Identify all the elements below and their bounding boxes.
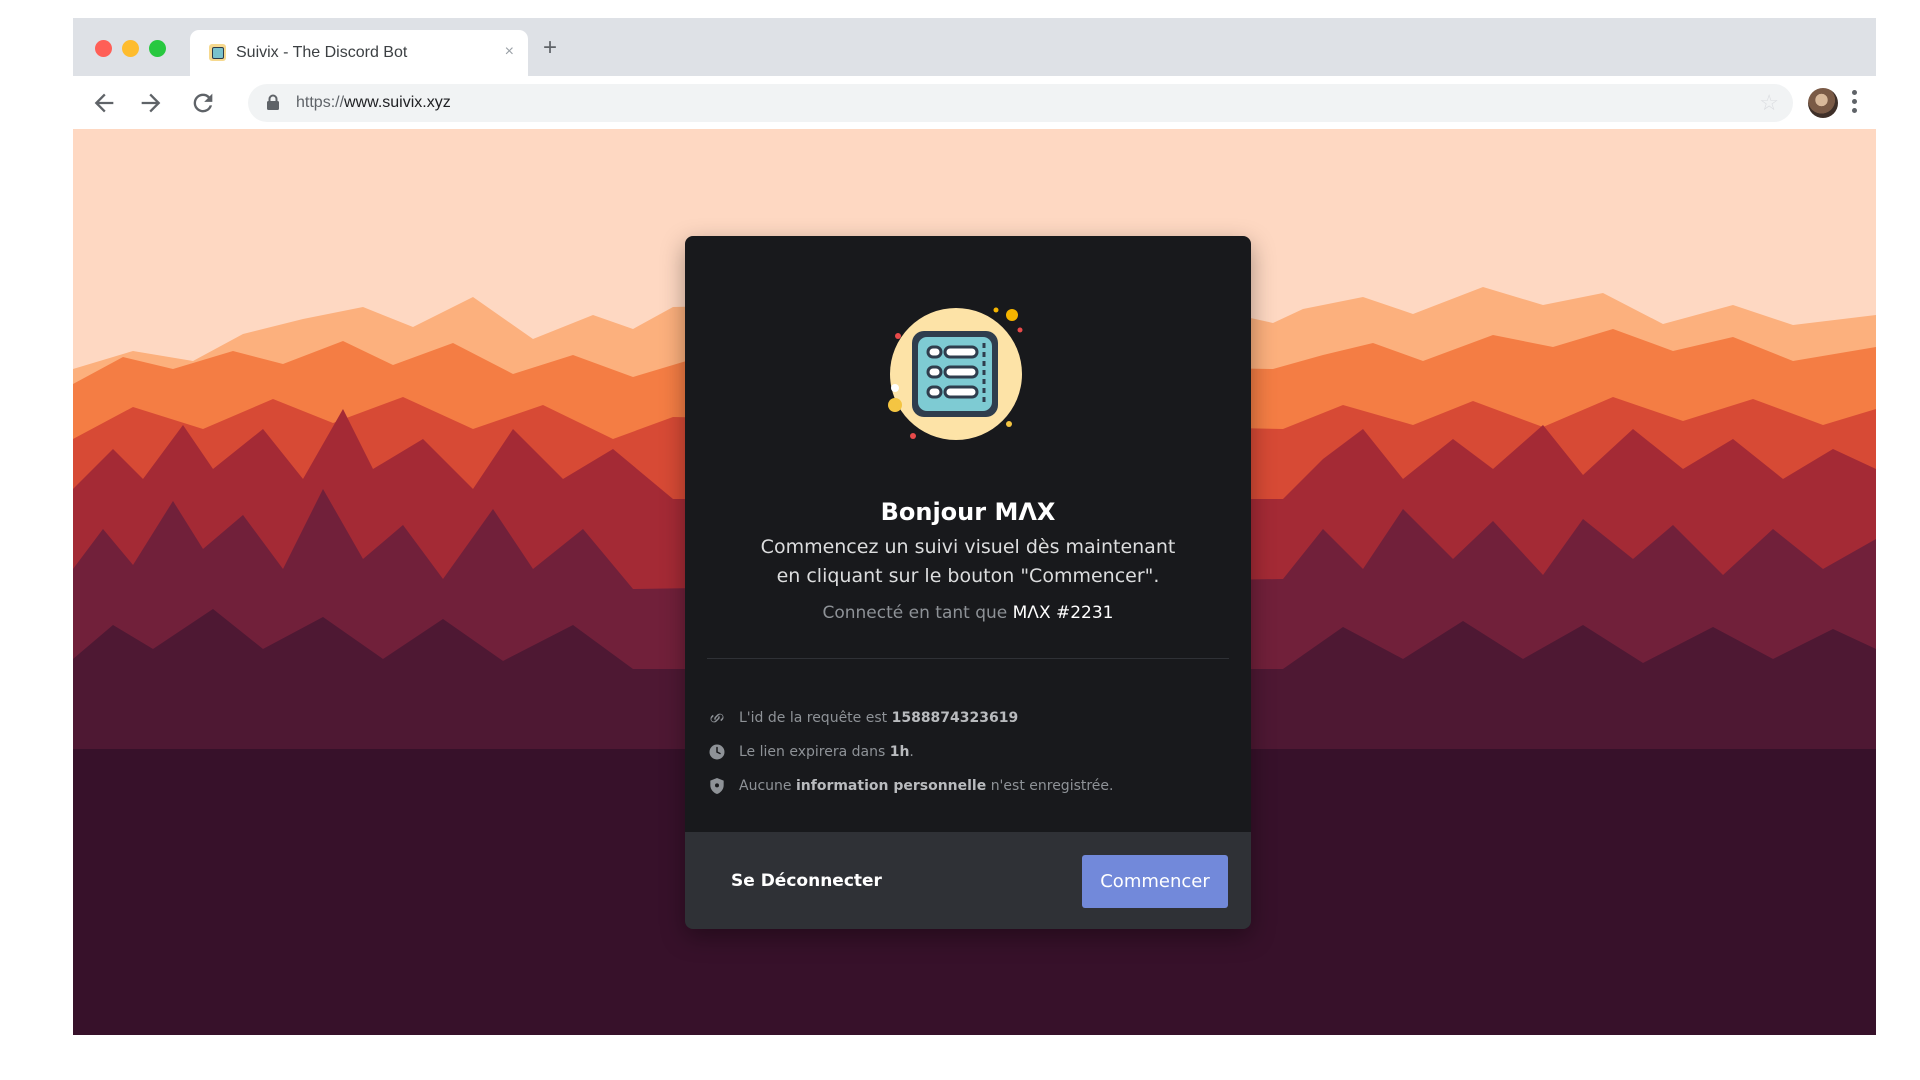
expiration-row: Le lien expirera dans 1h. — [707, 741, 914, 763]
bookmark-star-icon[interactable]: ☆ — [1759, 91, 1779, 115]
tab-suivix[interactable]: Suivix - The Discord Bot × — [190, 30, 528, 76]
auth-card: Bonjour MΛX Commencez un suivi visuel dè… — [685, 236, 1251, 929]
window-maximize-button[interactable] — [149, 40, 166, 57]
reload-icon[interactable] — [189, 89, 217, 117]
shield-icon — [707, 776, 727, 796]
page-content: Bonjour MΛX Commencez un suivi visuel dè… — [73, 129, 1876, 1035]
request-id-value: 1588874323619 — [891, 710, 1019, 726]
connected-as-text: Connecté en tant que MΛX #2231 — [822, 603, 1114, 623]
expire-value: 1h — [889, 744, 910, 760]
card-footer: Se Déconnecter Commencer — [685, 832, 1251, 929]
divider — [707, 658, 1229, 659]
profile-avatar[interactable] — [1808, 88, 1838, 118]
tab-title: Suivix - The Discord Bot — [236, 44, 408, 61]
browser-toolbar: https://www.suivix.xyz ☆ — [73, 76, 1876, 129]
privacy-bold-text: information personnelle — [795, 778, 987, 794]
favicon-icon — [209, 44, 226, 61]
greeting-subtitle: Commencez un suivi visuel dès maintenant… — [760, 536, 1176, 587]
browser-window: Suivix - The Discord Bot × + https://www… — [73, 18, 1876, 1035]
logout-button[interactable]: Se Déconnecter — [715, 863, 898, 899]
lock-icon — [266, 94, 280, 116]
address-bar[interactable]: https://www.suivix.xyz ☆ — [248, 84, 1793, 122]
tab-close-icon[interactable]: × — [505, 43, 514, 61]
clock-icon — [707, 742, 727, 762]
request-id-row: L'id de la requête est 1588874323619 — [707, 707, 1018, 729]
window-close-button[interactable] — [95, 40, 112, 57]
back-arrow-icon[interactable] — [90, 89, 118, 117]
privacy-row: Aucune information personnelle n'est enr… — [707, 775, 1114, 797]
window-minimize-button[interactable] — [122, 40, 139, 57]
tab-strip: Suivix - The Discord Bot × + — [73, 18, 1876, 76]
new-tab-button[interactable]: + — [543, 36, 557, 60]
connected-username: MΛX #2231 — [1012, 603, 1114, 623]
browser-menu-icon[interactable] — [1852, 90, 1858, 117]
start-button[interactable]: Commencer — [1082, 855, 1228, 908]
greeting-title: Bonjour MΛX — [880, 498, 1056, 526]
url-text: https://www.suivix.xyz — [296, 94, 451, 111]
link-icon — [707, 708, 727, 728]
forward-arrow-icon[interactable] — [137, 89, 165, 117]
checklist-illustration-icon — [888, 307, 1023, 440]
